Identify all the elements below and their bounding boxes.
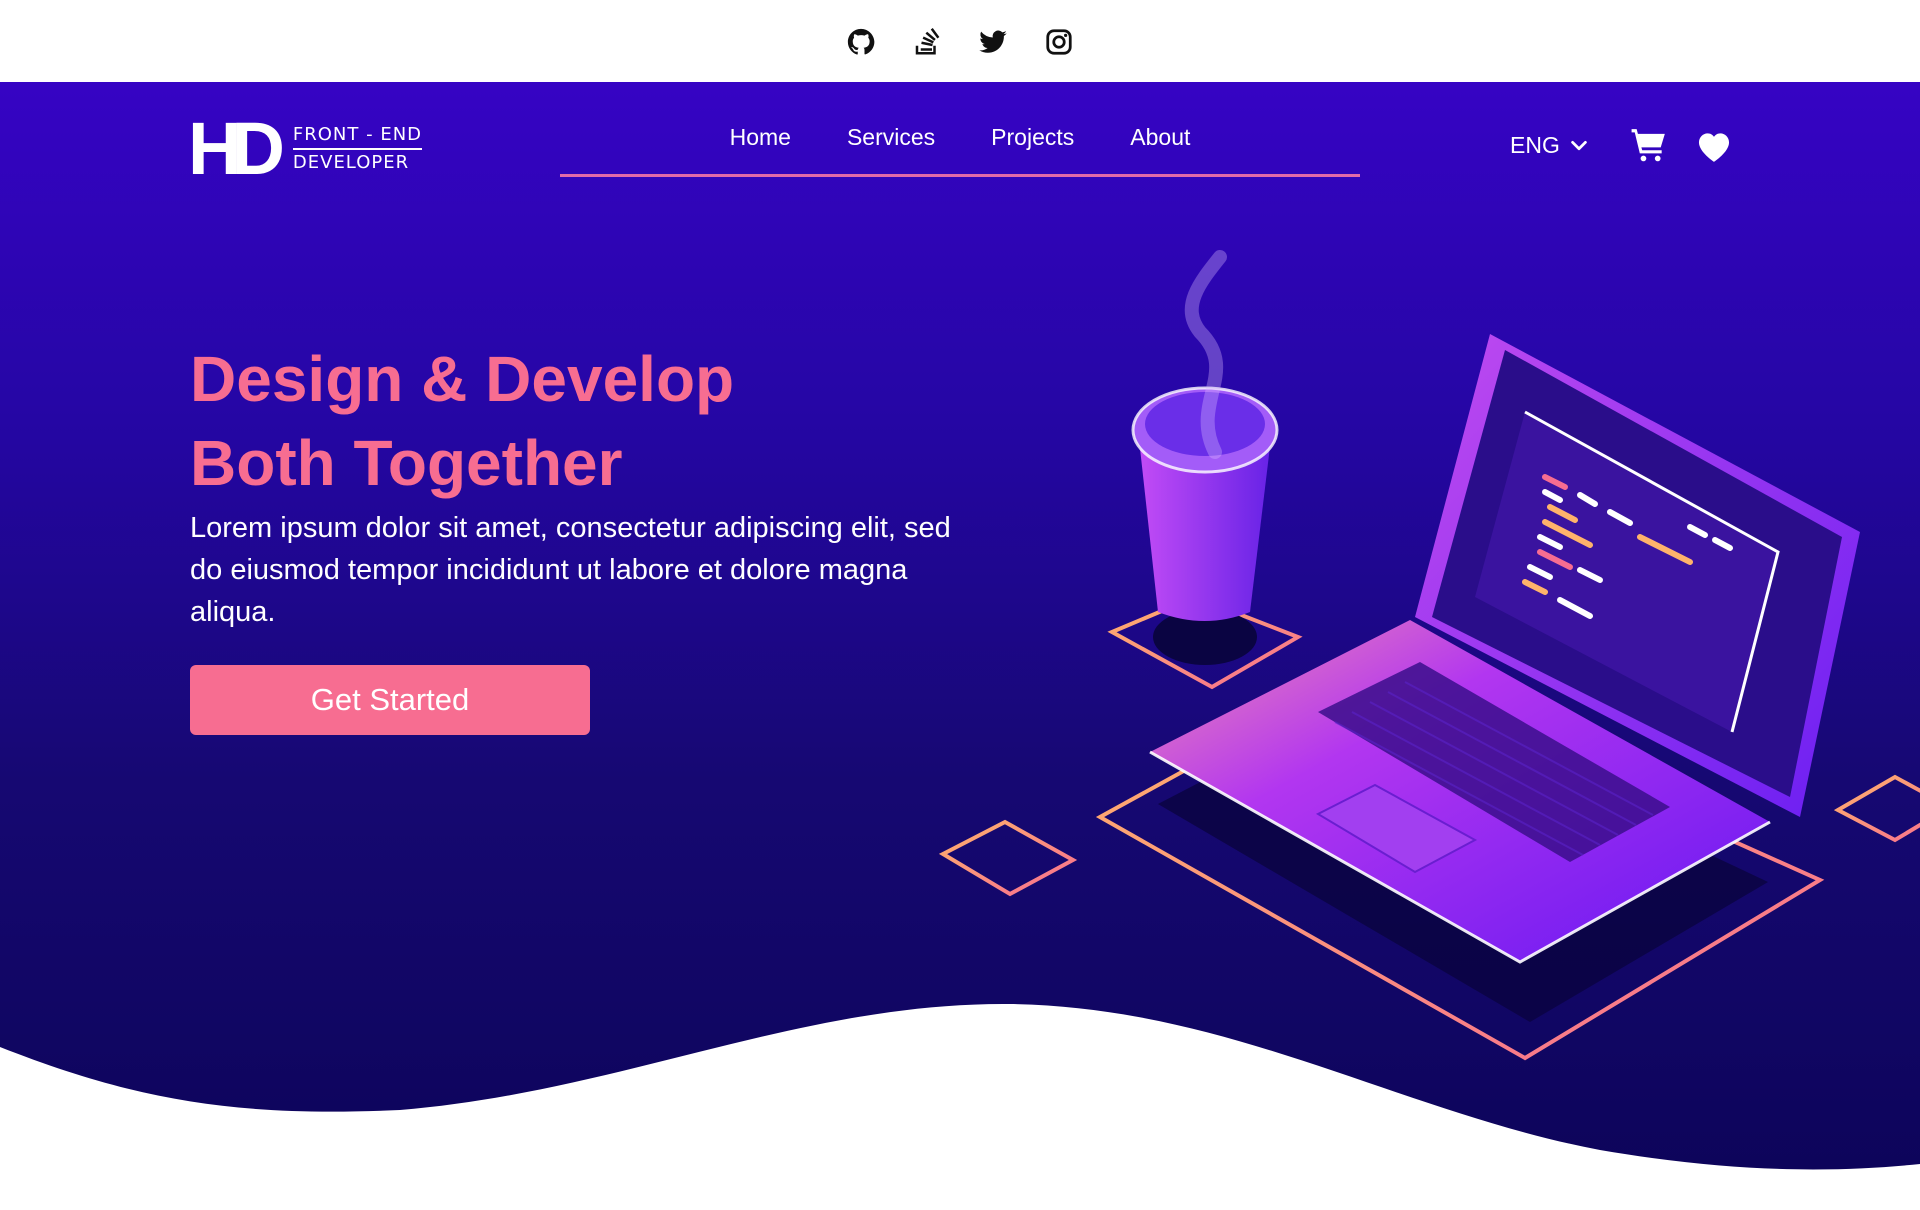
laptop-coffee-illustration [938,250,1920,1061]
social-bar [0,0,1920,82]
stackoverflow-icon [915,28,940,55]
hero-title-line2: Both Together [190,427,623,499]
hero-title: Design & Develop Both Together [190,337,734,505]
github-icon [847,28,875,55]
logo-divider [292,148,423,150]
nav-item-projects[interactable]: Projects [991,124,1074,151]
hero-section: HD FRONT - END DEVELOPER Home Services P… [0,82,1920,1210]
twitter-icon [979,30,1007,53]
logo-mark: HD [188,107,285,190]
hero-description: Lorem ipsum dolor sit amet, consectetur … [190,512,951,628]
cart-icon [1631,129,1665,162]
instagram-icon [1046,29,1072,55]
social-links [843,24,1077,60]
nav-item-about[interactable]: About [1130,124,1190,151]
language-label: ENG [1510,132,1560,158]
stackoverflow-link[interactable] [909,24,945,60]
hero-title-line1: Design & Develop [190,343,735,415]
heart-icon [1698,133,1730,162]
twitter-link[interactable] [975,24,1011,60]
get-started-button[interactable]: Get Started [190,665,590,735]
logo-line1: FRONT - END [292,124,423,145]
chevron-down-icon [1571,140,1587,150]
github-link[interactable] [843,24,879,60]
logo-text: FRONT - END DEVELOPER [292,123,423,175]
brand-logo[interactable]: HD FRONT - END DEVELOPER [188,107,423,190]
language-selector[interactable]: ENG [1510,132,1590,159]
logo-line2: DEVELOPER [292,152,410,173]
instagram-link[interactable] [1041,24,1077,60]
nav-item-home[interactable]: Home [730,124,791,151]
nav-item-services[interactable]: Services [847,124,935,151]
